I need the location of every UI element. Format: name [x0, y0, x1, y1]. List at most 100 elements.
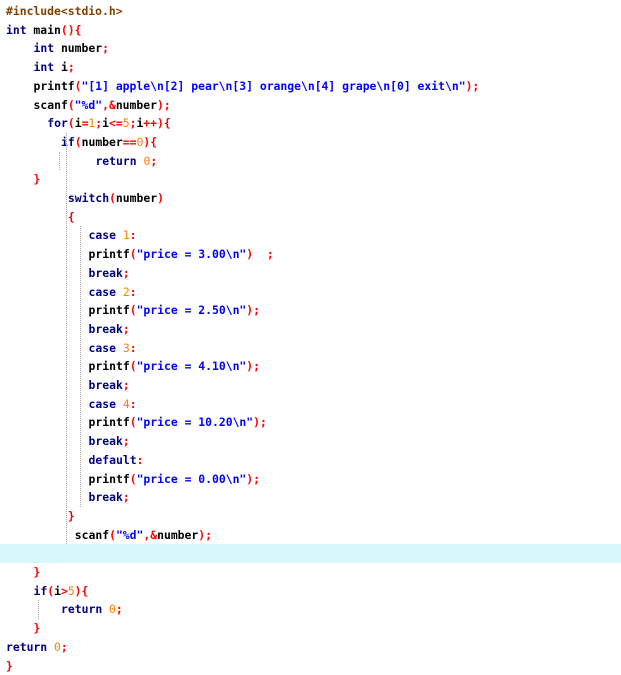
code-line[interactable]: for(i=1;i<=5;i++){ [0, 114, 621, 133]
code-line[interactable]: } [0, 657, 621, 675]
code-line[interactable]: scanf("%d",&number); [0, 96, 621, 115]
code-token: ++){ [143, 116, 171, 131]
code-line-content: printf("price = 4.10\n"); [89, 357, 260, 376]
code-token: ( [74, 134, 82, 149]
code-line-content: case 1: [89, 226, 137, 245]
code-token: int [33, 60, 55, 75]
code-line[interactable]: switch(number) [0, 189, 621, 208]
code-token: if [61, 134, 75, 149]
code-token: number [54, 41, 103, 56]
code-line[interactable]: case 4: [0, 395, 621, 414]
code-token: scanf [74, 527, 110, 542]
code-token: ; [122, 434, 130, 449]
code-token: number [157, 527, 199, 542]
code-token: } [67, 508, 75, 523]
code-line[interactable]: } [0, 507, 621, 526]
code-token: break [88, 378, 123, 392]
code-line-content: } [34, 619, 41, 638]
code-token: } [33, 565, 41, 579]
code-line-content: scanf("%d",&number); [34, 96, 171, 115]
code-line[interactable]: break; [0, 376, 621, 395]
code-token: <= [109, 116, 123, 131]
code-line[interactable]: } [0, 619, 621, 638]
code-line-content: return 0; [61, 600, 123, 619]
code-token: "price = 4.10\n" [136, 359, 247, 374]
code-line[interactable]: default: [0, 451, 621, 470]
code-token: #include [6, 4, 61, 18]
code-line[interactable]: int number; [0, 39, 621, 58]
code-token: int [6, 22, 27, 37]
code-token: ); [246, 359, 261, 374]
code-line[interactable]: printf("price = 0.00\n"); [0, 470, 621, 489]
current-line[interactable] [0, 544, 621, 563]
code-line[interactable]: if(i>5){ [0, 582, 621, 601]
code-token: { [67, 209, 75, 224]
code-line[interactable]: } [0, 170, 621, 189]
code-token: ; [150, 153, 158, 168]
code-line-content: break; [89, 376, 130, 395]
code-token: printf [88, 415, 130, 430]
code-line[interactable]: case 3: [0, 339, 621, 358]
code-line-content: int number; [34, 39, 109, 58]
code-token: 1 [122, 228, 130, 243]
code-line[interactable]: printf("price = 4.10\n"); [0, 357, 621, 376]
code-line[interactable]: int i; [0, 58, 621, 77]
code-line-content: printf("price = 0.00\n"); [89, 470, 260, 489]
code-editor[interactable]: #include<stdio.h> int main(){int number; i… [0, 0, 621, 675]
code-line-content: { [68, 208, 75, 227]
code-token: ( [67, 116, 75, 131]
code-token: main [26, 22, 61, 37]
code-line[interactable]: return 0; [0, 600, 621, 619]
code-token: : [129, 228, 137, 243]
code-token: ; [122, 378, 130, 392]
code-token: ( [109, 527, 116, 542]
code-token: > [60, 583, 68, 598]
code-token: i [102, 116, 109, 131]
code-line-content: break; [89, 264, 130, 283]
code-token: ,& [143, 527, 158, 542]
code-line[interactable]: break; [0, 432, 621, 451]
code-token: 3 [122, 340, 130, 355]
code-line[interactable]: printf("price = 10.20\n"); [0, 413, 621, 432]
code-line[interactable]: printf("[1] apple\n[2] pear\n[3] orange\… [0, 77, 621, 96]
code-line[interactable]: break; [0, 488, 621, 507]
code-line[interactable]: if(number==0){ [0, 133, 621, 152]
code-token: 5 [67, 583, 75, 598]
code-token: ); [198, 527, 212, 542]
code-token: "price = 10.20\n" [136, 415, 254, 430]
code-line[interactable]: int main(){ [0, 21, 621, 40]
code-token: : [129, 396, 137, 411]
code-line[interactable]: printf("price = 3.00\n") ; [0, 245, 621, 264]
code-token: ( [67, 97, 75, 112]
code-line[interactable]: printf("price = 2.50\n"); [0, 301, 621, 320]
code-token: 4 [122, 396, 130, 411]
code-line[interactable]: scanf("%d",&number); [0, 526, 621, 545]
code-token: ; [102, 41, 109, 56]
code-token: ; [122, 321, 130, 336]
code-line-content: scanf("%d",&number); [75, 526, 212, 545]
indent-guide [38, 600, 40, 620]
code-token: number [115, 191, 158, 205]
code-line[interactable]: { [0, 208, 621, 227]
code-line[interactable]: } [0, 563, 621, 582]
code-line-content: return 0; [95, 152, 157, 171]
code-token: ; [122, 490, 130, 505]
indent-guide [65, 132, 67, 545]
code-token: switch [67, 191, 110, 205]
code-token: ); [246, 471, 261, 486]
code-token: ; [60, 639, 68, 654]
code-line[interactable]: return 0; [0, 638, 621, 657]
code-line[interactable]: return 0; [0, 152, 621, 171]
code-line-content: } [34, 563, 41, 582]
code-line[interactable]: case 2: [0, 283, 621, 302]
code-token: ) ; [246, 247, 274, 262]
code-token: ); [156, 97, 171, 112]
code-line[interactable]: #include<stdio.h> [0, 2, 621, 21]
code-line[interactable]: case 1: [0, 226, 621, 245]
code-line[interactable]: break; [0, 320, 621, 339]
code-token: return [6, 639, 48, 654]
code-line[interactable]: break; [0, 264, 621, 283]
code-token: == [122, 134, 137, 149]
